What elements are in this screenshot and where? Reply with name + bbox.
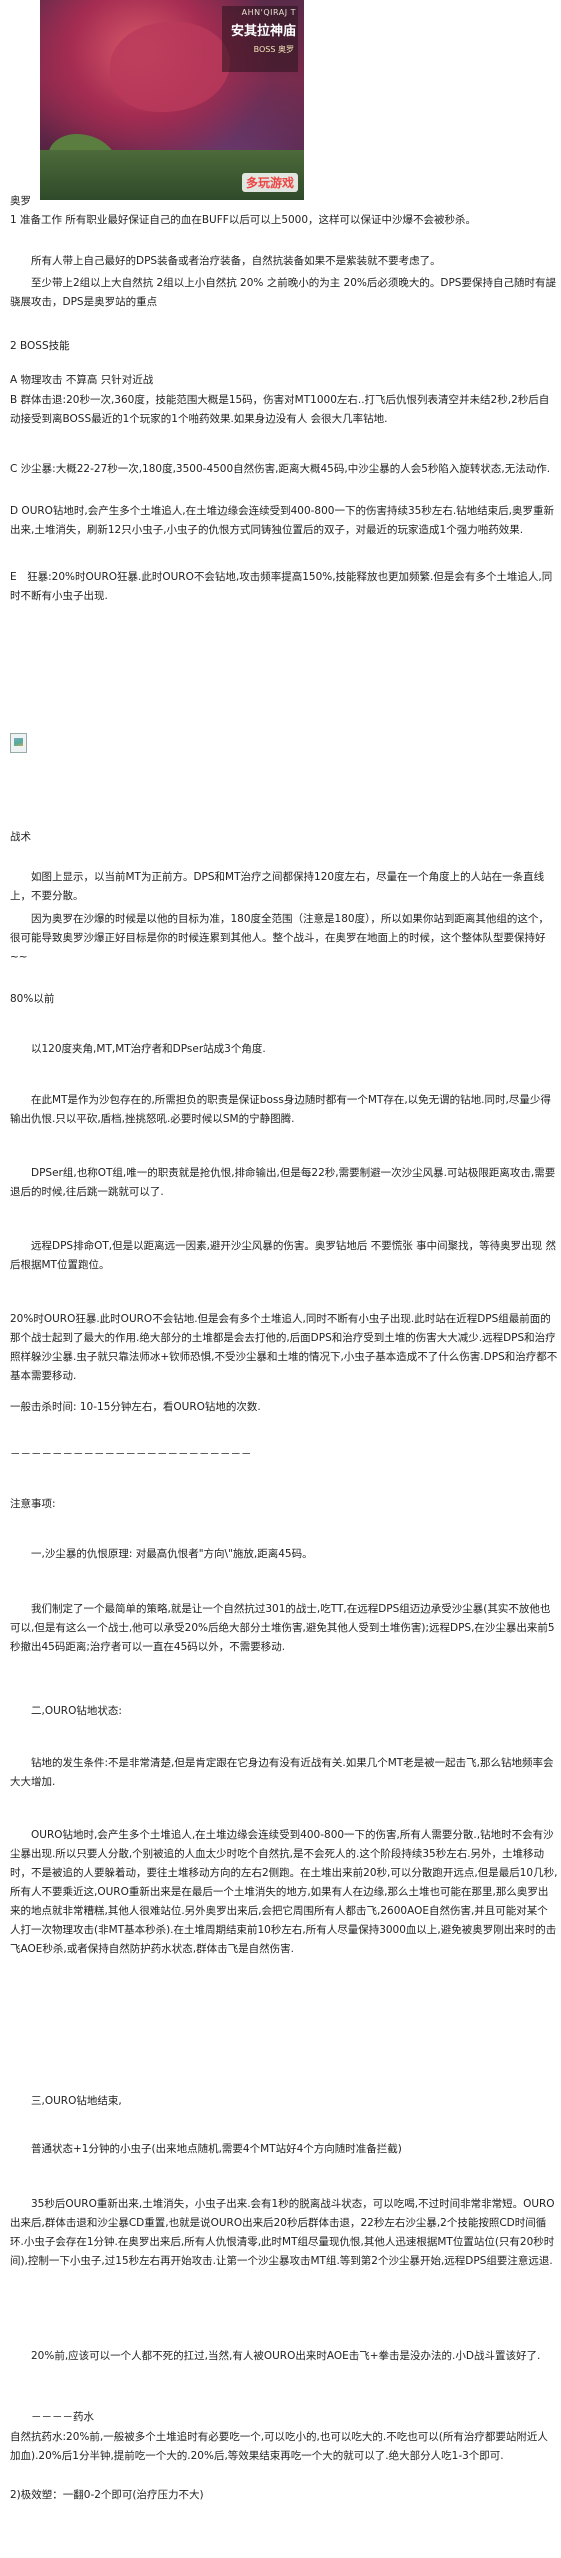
note-3-body: 35秒后OURO重新出来,土堆消失，小虫子出来.会有1秒的脱离战斗状态，可以吃喝… [10,2198,555,2267]
paragraph-prep: 1 准备工作 所有职业最好保证自己的血在BUFF以后可以上5000，这样可以保证… [10,214,477,226]
article-heading: 奥罗 [10,195,31,207]
banner-boss-label: BOSS 奥罗 [253,45,294,54]
skill-a: A 物理攻击 不算高 只针对近战 [10,374,154,386]
skill-e: E 狂暴:20%时OURO狂暴.此时OURO不会钻地,攻击频率提高150%,技能… [10,571,553,602]
potions-heading: －－－－药水 [31,2411,94,2423]
paragraph-kill-time: 一般击杀时间: 10-15分钟左右，看OURO钻地的次数. [10,1401,261,1413]
article-page: AHN'QIRAJ T 安其拉神庙 BOSS 奥罗 多玩游戏 奥罗 1 准备工作… [0,0,561,2558]
note-3-heading: 三,OURO钻地结束, [31,2095,122,2107]
broken-image-icon [10,733,27,753]
potions-other: 2)极效塑：一翻0-2个即可(治疗压力不大) [10,2489,204,2501]
paragraph-resist: 至少带上2组以上大自然抗 2组以上小自然抗 20% 之前晚小的为主 20%后必须… [10,277,556,308]
paragraph-mt-role: 在此MT是作为沙包存在的,所需担负的职责是保证boss身边随时都有一个MT存在,… [10,1094,551,1125]
note-1-body: 我们制定了一个最简单的策略,就是让一个自然抗过301的战士,吃TT,在远程DPS… [10,1603,555,1653]
paragraph-gear: 所有人带上自己最好的DPS装备或者治疗装备，自然抗装备如果不是紫装就不要考虑了。 [31,255,441,267]
paragraph-sandstorm: 因为奥罗在沙爆的时候是以他的目标为准，180度全范围（注意是180度），所以如果… [10,913,549,963]
banner-subtitle: AHN'QIRAJ T [241,8,296,17]
paragraph-angles: 以120度夹角,MT,MT治疗者和DPser站成3个角度. [31,1043,266,1055]
paragraph-ranged-role: 远程DPS排命OT,但是以距离远一因素,避开沙尘风暴的伤害。奥罗钻地后 不要慌张… [10,1240,556,1271]
skill-c: C 沙尘暴:大概22-27秒一次,180度,3500-4500自然伤害,距离大概… [10,463,551,475]
skill-d: D OURO钻地时,会产生多个土堆追人,在土堆边缘会连续受到400-800一下的… [10,505,555,536]
skill-b: B 群体击退:20秒一次,360度，技能范围大概是15码，伤害对MT1000左右… [10,394,550,425]
note-1-heading: 一,沙尘暴的仇恨原理: 对最高仇恨者"方向\"施放,距离45码。 [31,1548,313,1560]
paragraph-formation: 如图上显示，以当前MT为正前方。DPS和MT治疗之间都保持120度左右，尽量在一… [10,871,545,902]
section-heading-skills: 2 BOSS技能 [10,340,70,352]
watermark-logo: 多玩游戏 [241,173,298,192]
phase-heading-80: 80%以前 [10,993,55,1005]
note-2-trigger: 钻地的发生条件:不是非常清楚,但是肯定跟在它身边有没有近战有关.如果几个MT老是… [10,1757,554,1788]
note-3-summary: 普通状态+1分钟的小虫子(出来地点随机,需要4个MT站好4个方向随时准备拦截) [31,2143,402,2155]
boss-creature-shape [110,22,230,112]
note-3-survival: 20%前,应该可以一个人都不死的扛过,当然,有人被OURO出来时AOE击飞+拳击… [31,2350,541,2362]
banner-title: 安其拉神庙 [230,24,296,39]
potions-nature: 自然抗药水:20%前,一般被多个土堆追时有必要吃一个,可以吃小的,也可以吃大的.… [10,2431,548,2462]
boss-screenshot-image: AHN'QIRAJ T 安其拉神庙 BOSS 奥罗 多玩游戏 [40,0,304,200]
section-heading-tactics: 战术 [10,831,31,843]
notes-heading: 注意事项: [10,1498,56,1510]
paragraph-dps-role: DPSer组,也称OT组,唯一的职责就是抢仇恨,排命输出,但是每22秒,需要制避… [10,1167,556,1198]
note-2-heading: 二,OURO钻地状态: [31,1705,122,1717]
paragraph-enrage: 20%时OURO狂暴.此时OURO不会钻地.但是会有多个土堆追人,同时不断有小虫… [10,1313,558,1382]
note-2-body: OURO钻地时,会产生多个土堆追人,在土堆边缘会连续受到400-800一下的伤害… [10,1829,558,1955]
divider-line: －－－－－－－－－－－－－－－－－－－－－－－ [10,1448,252,1460]
